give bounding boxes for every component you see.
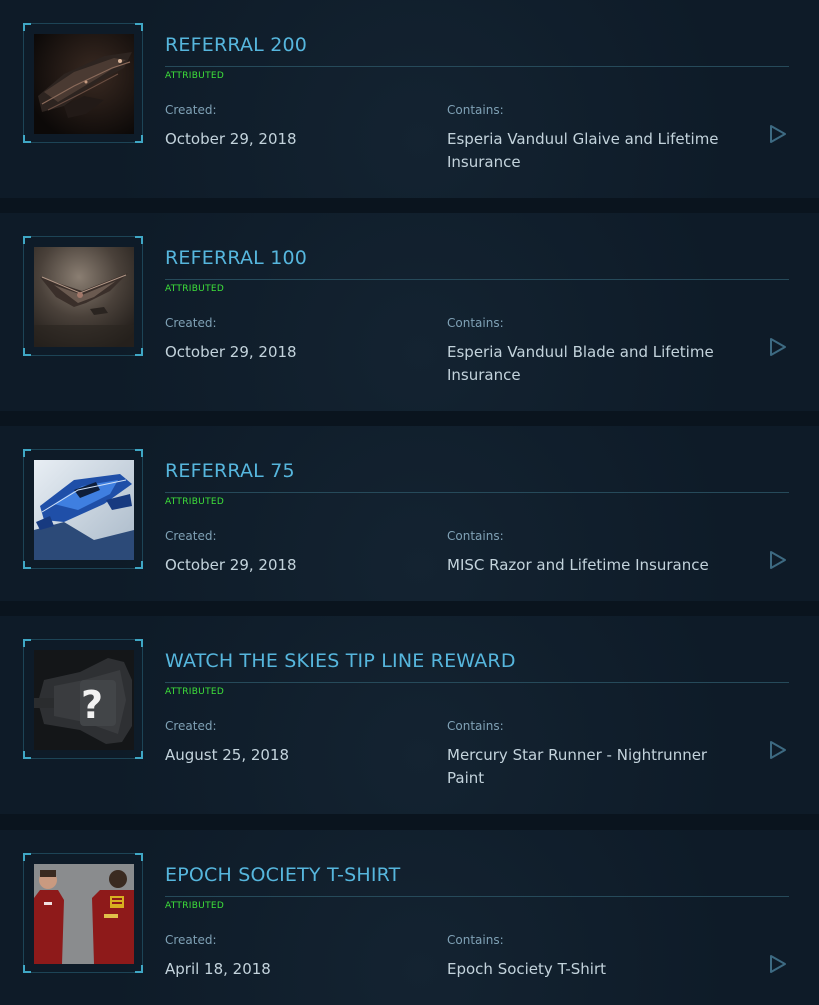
title-divider <box>165 492 789 493</box>
mystery-ship-question-mark-image: ? <box>34 650 134 750</box>
frame-corner <box>23 561 31 569</box>
contains-value: Esperia Vanduul Glaive and Lifetime Insu… <box>447 130 719 171</box>
frame-corner <box>135 135 143 143</box>
contains-value: MISC Razor and Lifetime Insurance <box>447 556 709 574</box>
frame-corner <box>135 853 143 861</box>
frame-corner <box>135 449 143 457</box>
vanduul-glaive-ship-image <box>34 34 134 134</box>
title-divider <box>165 279 789 280</box>
contains-label: Contains: <box>447 933 504 947</box>
play-triangle-icon[interactable] <box>768 954 788 974</box>
pledge-item-list: REFERRAL 200 ATTRIBUTED Created: Contain… <box>0 0 819 1005</box>
contains-value: Mercury Star Runner - Nightrunner Paint <box>447 746 708 787</box>
svg-text:?: ? <box>81 683 103 727</box>
thumbnail-frame[interactable] <box>23 23 143 143</box>
frame-corner <box>135 965 143 973</box>
created-date: October 29, 2018 <box>165 556 297 574</box>
created-date: October 29, 2018 <box>165 343 297 361</box>
epoch-society-tshirt-image <box>34 864 134 964</box>
item-title[interactable]: REFERRAL 200 <box>165 34 307 56</box>
created-date: August 25, 2018 <box>165 746 290 764</box>
created-label: Created: <box>165 316 217 330</box>
contains-value: Esperia Vanduul Blade and Lifetime Insur… <box>447 343 714 384</box>
frame-corner <box>23 23 31 31</box>
status-badge: ATTRIBUTED <box>165 901 225 911</box>
play-triangle-icon[interactable] <box>768 550 788 570</box>
item-title[interactable]: REFERRAL 75 <box>165 460 295 482</box>
thumbnail-frame[interactable] <box>23 449 143 569</box>
created-label: Created: <box>165 103 217 117</box>
thumbnail-frame[interactable]: ? <box>23 639 143 759</box>
item-title[interactable]: WATCH THE SKIES TIP LINE REWARD <box>165 650 516 672</box>
title-divider <box>165 66 789 67</box>
created-label: Created: <box>165 719 217 733</box>
list-item[interactable]: ? WATCH THE SKIES TIP LINE REWARD ATTRIB… <box>0 616 819 814</box>
frame-corner <box>135 348 143 356</box>
contains-label: Contains: <box>447 529 504 543</box>
contains-value: Epoch Society T-Shirt <box>447 960 607 978</box>
created-date: October 29, 2018 <box>165 130 297 148</box>
vanduul-blade-ship-image <box>34 247 134 347</box>
status-badge: ATTRIBUTED <box>165 687 225 697</box>
list-item[interactable]: REFERRAL 100 ATTRIBUTED Created: Contain… <box>0 213 819 411</box>
list-item[interactable]: REFERRAL 200 ATTRIBUTED Created: Contain… <box>0 0 819 198</box>
thumbnail-frame[interactable] <box>23 236 143 356</box>
item-title[interactable]: EPOCH SOCIETY T-SHIRT <box>165 864 400 886</box>
list-item[interactable]: EPOCH SOCIETY T-SHIRT ATTRIBUTED Created… <box>0 830 819 1005</box>
frame-corner <box>23 236 31 244</box>
play-triangle-icon[interactable] <box>768 124 788 144</box>
item-title[interactable]: REFERRAL 100 <box>165 247 307 269</box>
frame-corner <box>23 751 31 759</box>
frame-corner <box>23 348 31 356</box>
contains-label: Contains: <box>447 316 504 330</box>
status-badge: ATTRIBUTED <box>165 71 225 81</box>
frame-corner <box>23 853 31 861</box>
list-item[interactable]: REFERRAL 75 ATTRIBUTED Created: Contains… <box>0 426 819 601</box>
frame-corner <box>23 135 31 143</box>
play-triangle-icon[interactable] <box>768 337 788 357</box>
frame-corner <box>135 236 143 244</box>
frame-corner <box>23 965 31 973</box>
created-date: April 18, 2018 <box>165 960 271 978</box>
frame-corner <box>23 449 31 457</box>
created-label: Created: <box>165 933 217 947</box>
status-badge: ATTRIBUTED <box>165 497 225 507</box>
frame-corner <box>135 23 143 31</box>
frame-corner <box>135 561 143 569</box>
frame-corner <box>135 639 143 647</box>
contains-label: Contains: <box>447 719 504 733</box>
status-badge: ATTRIBUTED <box>165 284 225 294</box>
title-divider <box>165 896 789 897</box>
play-triangle-icon[interactable] <box>768 740 788 760</box>
frame-corner <box>135 751 143 759</box>
misc-razor-ship-image <box>34 460 134 560</box>
frame-corner <box>23 639 31 647</box>
created-label: Created: <box>165 529 217 543</box>
thumbnail-frame[interactable] <box>23 853 143 973</box>
title-divider <box>165 682 789 683</box>
contains-label: Contains: <box>447 103 504 117</box>
